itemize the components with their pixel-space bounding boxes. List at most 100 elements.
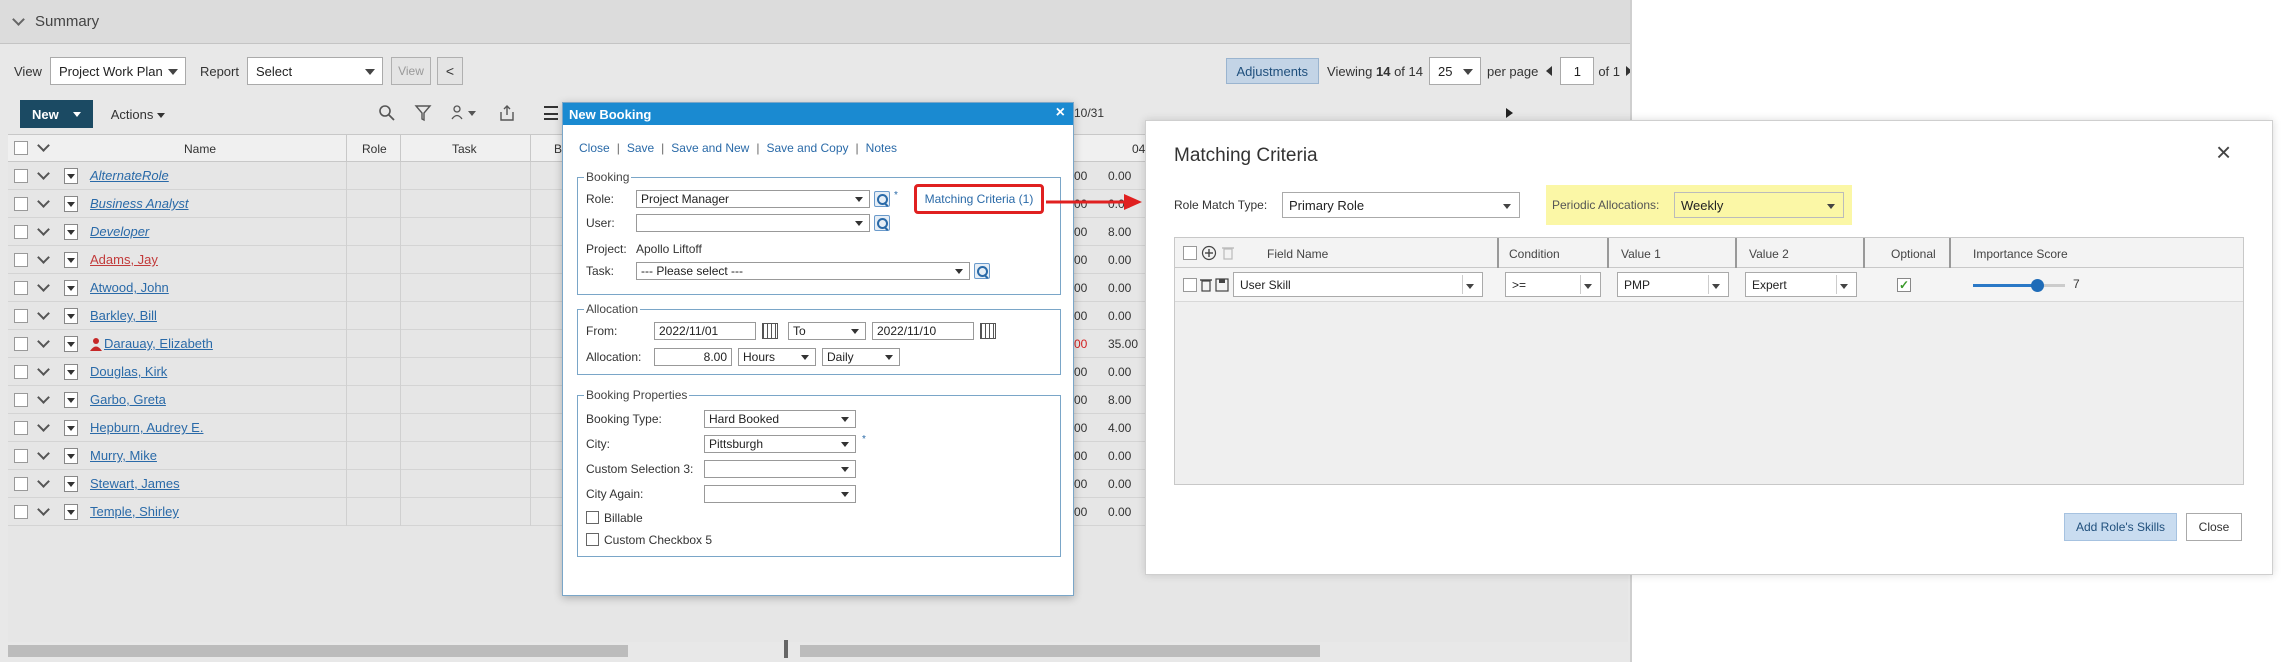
row-checkbox[interactable] bbox=[14, 393, 28, 407]
custom-checkbox[interactable] bbox=[586, 533, 599, 546]
resource-name-link[interactable]: AlternateRole bbox=[90, 168, 169, 183]
role-match-select[interactable]: Primary Role bbox=[1282, 192, 1520, 218]
field-name-select[interactable]: User Skill bbox=[1233, 272, 1483, 297]
resource-name-link[interactable]: Adams, Jay bbox=[90, 252, 158, 267]
resource-name-link[interactable]: Developer bbox=[90, 224, 149, 239]
resource-name-link[interactable]: Hepburn, Audrey E. bbox=[90, 420, 203, 435]
column-header-date[interactable]: 04 bbox=[1132, 142, 1145, 156]
dialog-link-save-and-copy[interactable]: Save and Copy bbox=[766, 141, 848, 155]
calendar-icon[interactable] bbox=[762, 323, 778, 339]
actions-menu[interactable]: Actions bbox=[111, 107, 165, 122]
chevron-down-icon[interactable] bbox=[37, 475, 50, 488]
row-menu-button[interactable] bbox=[64, 504, 78, 520]
row-menu-button[interactable] bbox=[64, 336, 78, 352]
resource-name-link[interactable]: Business Analyst bbox=[90, 196, 189, 211]
horizontal-scrollbar-left[interactable] bbox=[8, 645, 628, 657]
matching-criteria-link[interactable]: Matching Criteria (1) bbox=[914, 184, 1044, 214]
row-checkbox[interactable] bbox=[14, 421, 28, 435]
list-icon[interactable] bbox=[544, 106, 558, 120]
dialog-link-save[interactable]: Save bbox=[627, 141, 654, 155]
chevron-down-icon[interactable] bbox=[37, 447, 50, 460]
search-icon[interactable] bbox=[974, 263, 990, 279]
chevron-down-icon[interactable] bbox=[37, 251, 50, 264]
pane-splitter[interactable] bbox=[784, 640, 788, 658]
chevron-down-icon[interactable] bbox=[37, 307, 50, 320]
view-select[interactable]: Project Work Plan bbox=[49, 57, 186, 85]
row-checkbox[interactable] bbox=[14, 281, 28, 295]
resource-name-link[interactable]: Garbo, Greta bbox=[90, 392, 166, 407]
save-icon[interactable] bbox=[1215, 278, 1229, 292]
row-menu-button[interactable] bbox=[64, 280, 78, 296]
column-header-role[interactable]: Role bbox=[362, 142, 387, 156]
new-button[interactable]: New bbox=[20, 100, 93, 128]
resource-name-link[interactable]: Temple, Shirley bbox=[90, 504, 179, 519]
dialog-link-close[interactable]: Close bbox=[579, 141, 610, 155]
row-menu-button[interactable] bbox=[64, 420, 78, 436]
importance-slider-handle[interactable] bbox=[2031, 279, 2045, 292]
booking-type-select[interactable]: Hard Booked bbox=[704, 410, 856, 428]
city-select[interactable]: Pittsburgh bbox=[704, 435, 856, 453]
row-menu-button[interactable] bbox=[64, 476, 78, 492]
chevron-down-icon[interactable] bbox=[37, 223, 50, 236]
dialog-link-save-and-new[interactable]: Save and New bbox=[671, 141, 749, 155]
user-sort-icon[interactable] bbox=[450, 104, 480, 122]
calendar-icon[interactable] bbox=[980, 323, 996, 339]
row-menu-button[interactable] bbox=[64, 308, 78, 324]
column-resize-handle[interactable] bbox=[1949, 238, 1951, 268]
chevron-down-icon[interactable] bbox=[37, 279, 50, 292]
allocation-input[interactable]: 8.00 bbox=[654, 348, 732, 366]
column-resize-handle[interactable] bbox=[1735, 238, 1737, 268]
chevron-down-icon[interactable] bbox=[37, 335, 50, 348]
row-checkbox[interactable] bbox=[14, 365, 28, 379]
share-icon[interactable]: < bbox=[436, 57, 463, 85]
add-roles-skills-button[interactable]: Add Role's Skills bbox=[2064, 513, 2177, 541]
horizontal-scrollbar-right[interactable] bbox=[800, 645, 1320, 657]
prev-page-icon[interactable] bbox=[1546, 66, 1553, 76]
column-header-name[interactable]: Name bbox=[184, 142, 216, 156]
per-page-select[interactable]: 25 bbox=[1428, 57, 1481, 85]
search-icon[interactable] bbox=[874, 215, 890, 231]
page-input[interactable]: 1 bbox=[1560, 57, 1595, 85]
resource-name-link[interactable]: Stewart, James bbox=[90, 476, 180, 491]
row-menu-button[interactable] bbox=[64, 196, 78, 212]
chevron-down-icon[interactable] bbox=[37, 419, 50, 432]
delete-icon[interactable] bbox=[1221, 245, 1235, 261]
chevron-down-icon[interactable] bbox=[12, 13, 25, 26]
frequency-select[interactable]: Daily bbox=[822, 348, 900, 366]
resource-name-link[interactable]: Atwood, John bbox=[90, 280, 169, 295]
row-checkbox[interactable] bbox=[14, 253, 28, 267]
adjustments-button[interactable]: Adjustments bbox=[1225, 58, 1320, 84]
column-header-b[interactable]: B bbox=[554, 142, 562, 156]
row-checkbox[interactable] bbox=[14, 505, 28, 519]
search-icon[interactable] bbox=[874, 191, 890, 207]
filter-icon[interactable] bbox=[414, 104, 432, 122]
chevron-down-icon[interactable] bbox=[37, 503, 50, 516]
row-menu-button[interactable] bbox=[64, 224, 78, 240]
periodic-allocations-select[interactable]: Weekly bbox=[1674, 192, 1844, 218]
row-menu-button[interactable] bbox=[64, 252, 78, 268]
resource-name-link[interactable]: Douglas, Kirk bbox=[90, 364, 167, 379]
export-icon[interactable] bbox=[498, 104, 516, 122]
select-all-checkbox[interactable] bbox=[1183, 246, 1197, 260]
row-menu-button[interactable] bbox=[64, 168, 78, 184]
scroll-right-icon[interactable] bbox=[1506, 108, 1513, 118]
chevron-down-icon[interactable] bbox=[37, 363, 50, 376]
row-menu-button[interactable] bbox=[64, 448, 78, 464]
task-select[interactable]: --- Please select --- bbox=[636, 262, 970, 280]
resource-name-link[interactable]: Darauay, Elizabeth bbox=[104, 336, 213, 351]
to-select[interactable]: To bbox=[788, 322, 866, 340]
chevron-down-icon[interactable] bbox=[37, 167, 50, 180]
row-checkbox[interactable] bbox=[1183, 278, 1197, 292]
delete-icon[interactable] bbox=[1199, 277, 1213, 293]
row-menu-button[interactable] bbox=[64, 364, 78, 380]
view-button[interactable]: View bbox=[390, 57, 431, 85]
add-icon[interactable] bbox=[1201, 245, 1217, 261]
search-icon[interactable] bbox=[378, 104, 396, 122]
row-checkbox[interactable] bbox=[14, 197, 28, 211]
select-all-checkbox[interactable] bbox=[14, 141, 28, 155]
role-select[interactable]: Project Manager bbox=[636, 190, 870, 208]
column-header-task[interactable]: Task bbox=[452, 142, 477, 156]
to-date-input[interactable]: 2022/11/10 bbox=[872, 322, 974, 340]
optional-checkbox[interactable]: ✓ bbox=[1897, 278, 1911, 292]
from-date-input[interactable]: 2022/11/01 bbox=[654, 322, 756, 340]
